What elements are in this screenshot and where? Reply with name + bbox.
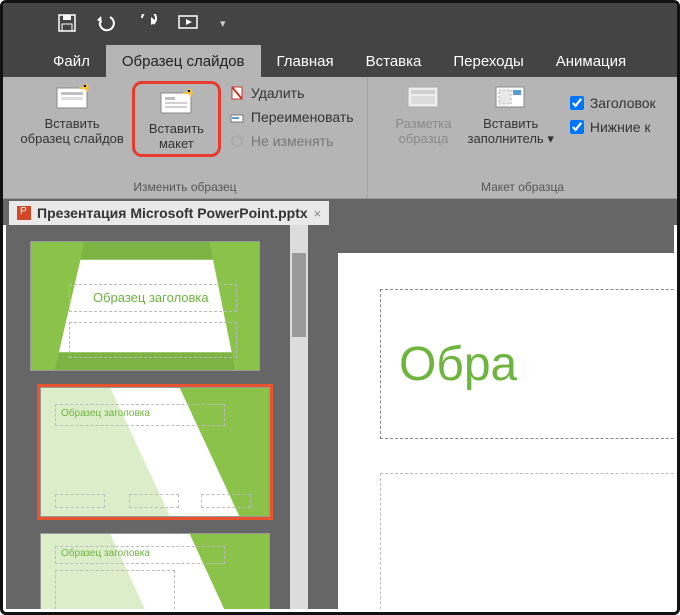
undo-icon[interactable] [96,14,118,32]
slide-master-icon [55,85,89,111]
rename-button[interactable]: Переименовать [225,105,358,129]
tab-animations[interactable]: Анимация [540,45,642,77]
insert-layout-highlight: Вставить макет [132,81,221,157]
redo-icon[interactable] [138,14,158,32]
powerpoint-file-icon [17,206,31,220]
footers-checkbox-row[interactable]: Нижние к [568,115,658,139]
rename-label: Переименовать [251,109,354,125]
document-tab[interactable]: Презентация Microsoft PowerPoint.pptx × [9,201,329,225]
insert-master-label-2: образец слайдов [20,132,123,147]
insert-slide-master-button[interactable]: Вставить образец слайдов [12,81,131,147]
group-layout-label: Макет образца [374,180,671,198]
scrollbar-thumb[interactable] [292,253,306,337]
master-layout-label-2: образца [399,132,449,147]
insert-master-label-1: Вставить [45,117,100,132]
thumb3-title: Образец заголовка [61,548,150,559]
slideshow-icon[interactable] [178,14,200,32]
rename-icon [229,109,245,125]
content-placeholder[interactable] [380,473,674,609]
footers-checkbox[interactable] [570,120,584,134]
thumbnail-pane[interactable]: Образец заголовка Образец заголовка [6,225,308,609]
thumb1-title: Образец заголовка [93,290,209,305]
tab-file[interactable]: Файл [37,45,106,77]
document-tabs: Презентация Microsoft PowerPoint.pptx × [3,199,677,225]
title-placeholder[interactable]: Обра [380,289,674,439]
insert-placeholder-label-2: заполнитель ▾ [468,132,554,147]
delete-icon [229,85,245,101]
tab-insert[interactable]: Вставка [350,45,438,77]
document-title: Презентация Microsoft PowerPoint.pptx [37,205,308,221]
thumbnail-scrollbar[interactable] [290,225,308,609]
slide-canvas-area[interactable]: Обра [308,225,674,609]
preserve-icon [229,133,245,149]
footers-checkbox-label: Нижние к [590,119,651,135]
tab-home[interactable]: Главная [261,45,350,77]
quick-access-toolbar: ▾ [3,3,677,43]
delete-label: Удалить [251,85,304,101]
master-layout-label-1: Разметка [395,117,451,132]
title-checkbox[interactable] [570,96,584,110]
preserve-button[interactable]: Не изменять [225,129,358,153]
tab-transitions[interactable]: Переходы [437,45,539,77]
workspace: Образец заголовка Образец заголовка [6,225,674,609]
insert-placeholder-label-1: Вставить [483,117,538,132]
close-tab-icon[interactable]: × [314,206,322,221]
thumb2-title: Образец заголовка [61,408,150,419]
qat-customize-icon[interactable]: ▾ [220,17,226,30]
ribbon-tabs: Файл Образец слайдов Главная Вставка Пер… [3,43,677,77]
master-layout-button[interactable]: Разметка образца [387,81,459,147]
ribbon: Вставить образец слайдов Вставить макет [3,77,677,199]
title-checkbox-row[interactable]: Заголовок [568,91,658,115]
slide-canvas[interactable]: Обра [338,253,674,609]
insert-layout-button[interactable]: Вставить макет [141,86,212,152]
group-edit-label: Изменить образец [9,180,361,198]
title-checkbox-label: Заголовок [590,95,656,111]
insert-layout-label-2: макет [159,137,194,152]
delete-button[interactable]: Удалить [225,81,358,105]
placeholder-icon [494,85,528,111]
chevron-down-icon: ▾ [547,131,554,146]
layout-icon [159,90,193,116]
insert-layout-label-1: Вставить [149,122,204,137]
thumbnail-layout-selected[interactable]: Образец заголовка [40,387,270,517]
insert-placeholder-button[interactable]: Вставить заполнитель ▾ [460,81,562,147]
thumbnail-master[interactable]: Образец заголовка [30,241,260,371]
tab-slide-master[interactable]: Образец слайдов [106,45,261,77]
master-layout-icon [406,85,440,111]
preserve-label: Не изменять [251,133,333,149]
title-placeholder-text: Обра [399,337,517,392]
save-icon[interactable] [58,14,76,32]
thumbnail-layout-2[interactable]: Образец заголовка [40,533,270,609]
